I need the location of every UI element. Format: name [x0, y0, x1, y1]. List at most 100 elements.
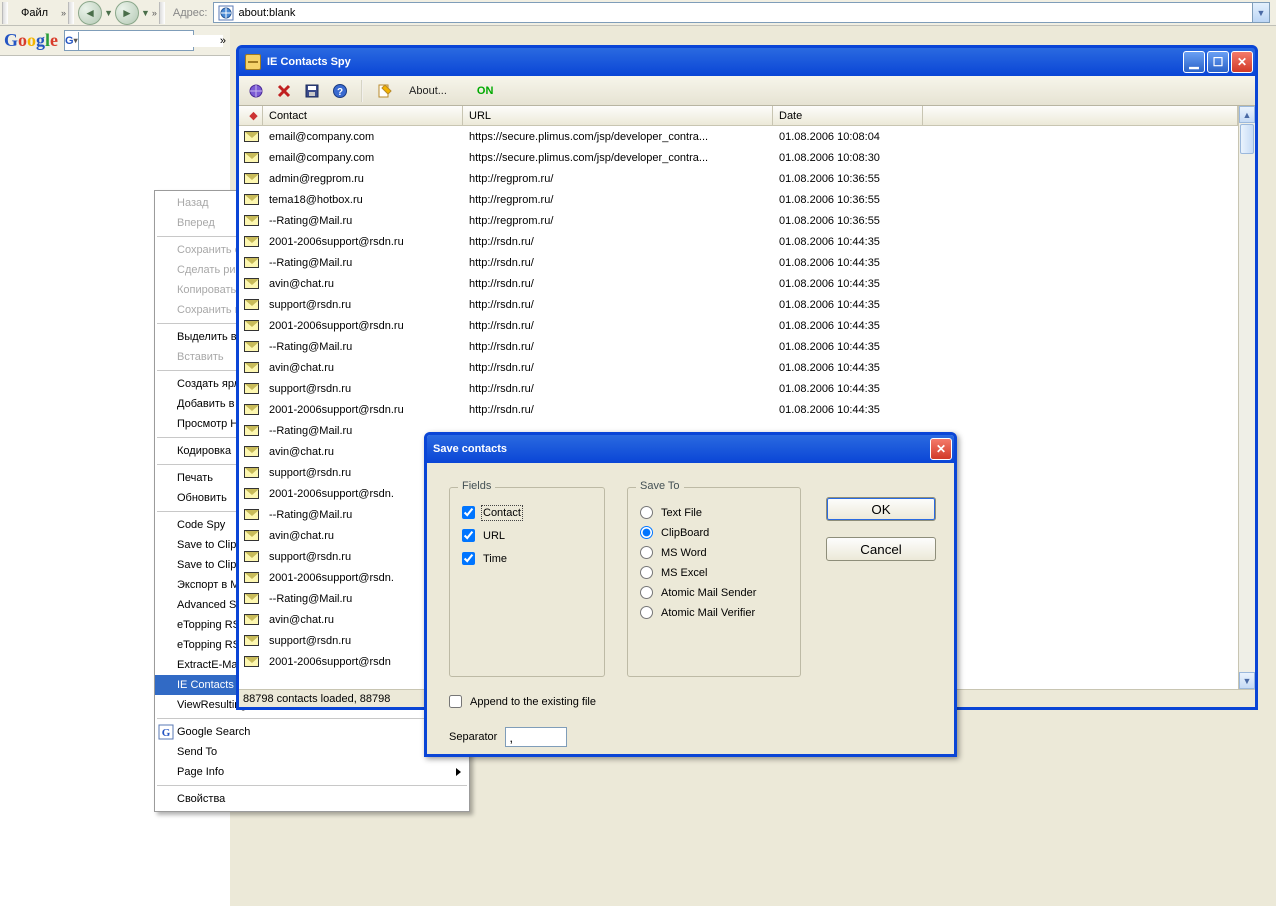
chk-contact[interactable] [462, 506, 475, 519]
dialog-close-button[interactable]: ✕ [930, 438, 952, 460]
close-button[interactable]: ✕ [1231, 51, 1253, 73]
append-row: Append to the existing file [449, 695, 596, 708]
dialog-title: Save contacts [433, 443, 507, 455]
cell-url: http://rsdn.ru/ [463, 320, 773, 332]
fields-groupbox: Fields Contact URL Time [449, 487, 605, 677]
table-row[interactable]: support@rsdn.ruhttp://rsdn.ru/01.08.2006… [239, 294, 1238, 315]
maximize-button[interactable]: ☐ [1207, 51, 1229, 73]
menu-item[interactable]: Google SearchG [155, 722, 469, 742]
table-row[interactable]: 2001-2006support@rsdn.ruhttp://rsdn.ru/0… [239, 315, 1238, 336]
chevron-icon: » [61, 8, 66, 18]
col-date[interactable]: Date [773, 106, 923, 125]
cell-date: 01.08.2006 10:44:35 [773, 341, 923, 353]
table-row[interactable]: 2001-2006support@rsdn.ruhttp://rsdn.ru/0… [239, 399, 1238, 420]
table-row[interactable]: --Rating@Mail.ruhttp://rsdn.ru/01.08.200… [239, 336, 1238, 357]
ok-button[interactable]: OK [826, 497, 936, 521]
chevron-icon: » [152, 8, 157, 18]
titlebar[interactable]: IE Contacts Spy ▁ ☐ ✕ [239, 48, 1255, 76]
separator-input[interactable] [505, 727, 567, 747]
chk-append[interactable] [449, 695, 462, 708]
forward-button[interactable]: ► [115, 1, 139, 25]
table-row[interactable]: avin@chat.ruhttp://rsdn.ru/01.08.2006 10… [239, 357, 1238, 378]
col-marker[interactable]: ◆ [239, 106, 263, 125]
cell-url: https://secure.plimus.com/jsp/developer_… [463, 152, 773, 164]
cancel-button[interactable]: Cancel [826, 537, 936, 561]
address-bar[interactable]: ▼ [213, 2, 1270, 23]
address-dropdown[interactable]: ▼ [1252, 3, 1269, 22]
about-button[interactable]: About... [401, 83, 455, 99]
menu-file[interactable]: Файл [10, 3, 59, 23]
save-icon[interactable] [301, 80, 323, 102]
radio-textfile[interactable] [640, 506, 653, 519]
cell-contact: 2001-2006support@rsdn.ru [263, 320, 463, 332]
radio-ams-label[interactable]: Atomic Mail Sender [661, 587, 756, 599]
radio-msexcel[interactable] [640, 566, 653, 579]
radio-msword[interactable] [640, 546, 653, 559]
menu-item[interactable]: Свойства [155, 789, 469, 809]
mail-icon [239, 173, 263, 184]
google-search-box[interactable]: G▾ [64, 30, 194, 51]
cell-contact: admin@regprom.ru [263, 173, 463, 185]
address-input[interactable] [238, 4, 1252, 21]
col-url[interactable]: URL [463, 106, 773, 125]
mail-icon [239, 488, 263, 499]
table-row[interactable]: --Rating@Mail.ruhttp://rsdn.ru/01.08.200… [239, 252, 1238, 273]
col-contact[interactable]: Contact [263, 106, 463, 125]
grip [2, 2, 8, 24]
cell-contact: avin@chat.ru [263, 362, 463, 374]
vertical-scrollbar[interactable]: ▲ ▼ [1238, 106, 1255, 689]
radio-amv[interactable] [640, 606, 653, 619]
radio-ams[interactable] [640, 586, 653, 599]
radio-clipboard-label[interactable]: ClipBoard [661, 527, 709, 539]
cell-url: http://regprom.ru/ [463, 173, 773, 185]
dropdown-icon[interactable]: ▼ [141, 8, 150, 18]
radio-amv-label[interactable]: Atomic Mail Verifier [661, 607, 755, 619]
chk-url[interactable] [462, 529, 475, 542]
table-row[interactable]: email@company.comhttps://secure.plimus.c… [239, 147, 1238, 168]
cell-url: http://rsdn.ru/ [463, 362, 773, 374]
separator [361, 80, 363, 102]
scroll-down-icon[interactable]: ▼ [1239, 672, 1255, 689]
status-on: ON [477, 85, 494, 97]
table-row[interactable]: --Rating@Mail.ruhttp://regprom.ru/01.08.… [239, 210, 1238, 231]
back-button[interactable]: ◄ [78, 1, 102, 25]
dropdown-icon[interactable]: ▼ [104, 8, 113, 18]
chevron-icon: » [220, 35, 226, 47]
table-row[interactable]: support@rsdn.ruhttp://rsdn.ru/01.08.2006… [239, 378, 1238, 399]
radio-textfile-label[interactable]: Text File [661, 507, 702, 519]
radio-clipboard[interactable] [640, 526, 653, 539]
cell-date: 01.08.2006 10:44:35 [773, 404, 923, 416]
grip [68, 2, 74, 24]
menu-item[interactable]: Page Info [155, 762, 469, 782]
chk-time[interactable] [462, 552, 475, 565]
table-row[interactable]: admin@regprom.ruhttp://regprom.ru/01.08.… [239, 168, 1238, 189]
chk-time-label[interactable]: Time [483, 553, 507, 565]
chk-append-label[interactable]: Append to the existing file [470, 696, 596, 708]
edit-icon[interactable] [373, 80, 395, 102]
table-row[interactable]: avin@chat.ruhttp://rsdn.ru/01.08.2006 10… [239, 273, 1238, 294]
google-search-input[interactable] [81, 35, 223, 47]
mail-icon [239, 551, 263, 562]
minimize-button[interactable]: ▁ [1183, 51, 1205, 73]
table-row[interactable]: email@company.comhttps://secure.plimus.c… [239, 126, 1238, 147]
radio-msword-label[interactable]: MS Word [661, 547, 707, 559]
help-icon[interactable]: ? [329, 80, 351, 102]
radio-msexcel-label[interactable]: MS Excel [661, 567, 707, 579]
cell-url: http://rsdn.ru/ [463, 257, 773, 269]
table-row[interactable]: 2001-2006support@rsdn.ruhttp://rsdn.ru/0… [239, 231, 1238, 252]
globe-icon[interactable] [245, 80, 267, 102]
chk-url-label[interactable]: URL [483, 530, 505, 542]
scroll-up-icon[interactable]: ▲ [1239, 106, 1255, 123]
scroll-thumb[interactable] [1240, 124, 1254, 154]
menu-item[interactable]: Send To [155, 742, 469, 762]
chk-contact-label[interactable]: Contact [483, 507, 521, 519]
col-spacer [923, 106, 1238, 125]
table-row[interactable]: tema18@hotbox.ruhttp://regprom.ru/01.08.… [239, 189, 1238, 210]
cell-date: 01.08.2006 10:36:55 [773, 215, 923, 227]
dialog-titlebar[interactable]: Save contacts ✕ [427, 435, 954, 463]
cell-date: 01.08.2006 10:08:04 [773, 131, 923, 143]
cell-date: 01.08.2006 10:36:55 [773, 194, 923, 206]
menu-separator [157, 718, 467, 719]
delete-icon[interactable] [273, 80, 295, 102]
grip [159, 2, 165, 24]
